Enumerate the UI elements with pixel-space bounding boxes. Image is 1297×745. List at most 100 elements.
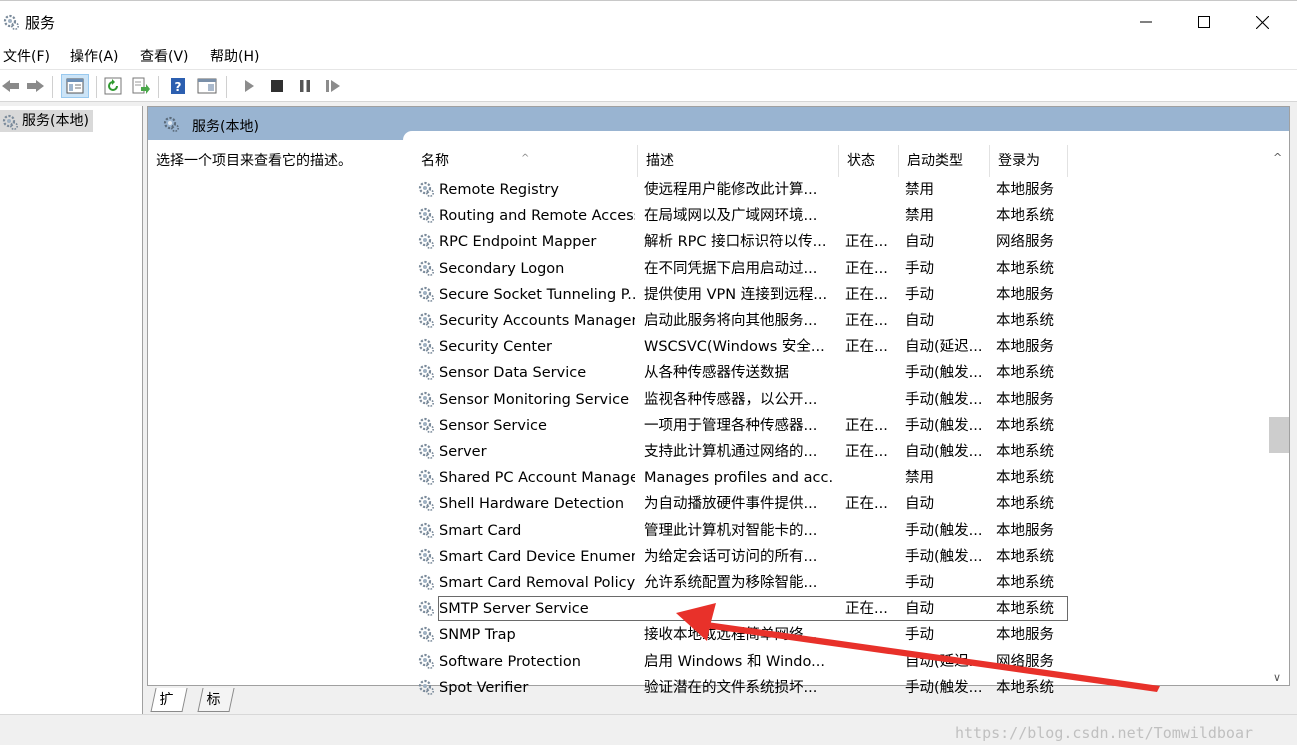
refresh-icon (104, 77, 122, 95)
service-description: 验证潜在的文件系统损坏... (644, 679, 818, 696)
column-header-name[interactable]: 名称 ^ (413, 145, 638, 177)
scroll-down-icon[interactable]: ∨ (1273, 671, 1281, 684)
table-row[interactable]: Software Protection 启用 Windows 和 Windo...… (413, 649, 1273, 675)
service-startup-type: 禁用 (905, 208, 934, 225)
table-row[interactable]: Server 支持此计算机通过网络的... 正在... 自动(触发... 本地系统 (413, 439, 1273, 465)
properties-view-button[interactable] (196, 76, 218, 96)
service-status (845, 675, 895, 701)
service-startup-type: 自动(触发... (905, 444, 983, 460)
menu-view[interactable]: 查看(V) (140, 46, 189, 66)
service-startup-type: 手动 (905, 627, 934, 644)
column-header-status[interactable]: 状态 (839, 145, 899, 177)
back-button[interactable] (0, 76, 22, 96)
service-status: 正在... (845, 286, 888, 303)
menu-action[interactable]: 操作(A) (70, 46, 119, 66)
tab-standard[interactable]: 标准 (197, 688, 235, 732)
menu-file[interactable]: 文件(F) (3, 46, 50, 66)
service-name: Software Protection (439, 653, 581, 670)
service-description: 为给定会话可访问的所有... (644, 548, 818, 565)
export-list-button[interactable] (130, 76, 152, 96)
service-description: 允许系统配置为移除智能... (644, 575, 818, 591)
menu-help[interactable]: 帮助(H) (210, 46, 259, 66)
service-log-on-as: 本地系统 (996, 365, 1054, 382)
close-button[interactable] (1233, 1, 1291, 43)
table-row[interactable]: Sensor Monitoring Service 监视各种传感器，以公开... 手… (413, 387, 1273, 413)
gear-icon (418, 417, 435, 433)
service-log-on-as: 本地系统 (996, 470, 1054, 487)
column-header-startup-type[interactable]: 启动类型 (899, 145, 990, 177)
service-description: 在不同凭据下启用启动过... (644, 260, 818, 277)
gear-icon (418, 522, 435, 538)
gear-icon (163, 116, 180, 133)
table-row[interactable]: Sensor Data Service 从各种传感器传送数据 手动(触发... 本地系… (413, 360, 1273, 386)
vertical-scrollbar[interactable]: ^ ∨ (1269, 145, 1289, 685)
table-row[interactable]: Secondary Logon 在不同凭据下启用启动过... 正在... 手动 本地系统 (413, 256, 1273, 282)
column-header-log-on-as[interactable]: 登录为 (990, 145, 1068, 177)
service-status: 正在... (845, 601, 888, 618)
minimize-icon (1140, 21, 1152, 23)
service-name: Routing and Remote Access (439, 208, 635, 225)
pause-service-button[interactable] (294, 76, 316, 96)
gear-icon (418, 653, 435, 669)
scrollbar-thumb[interactable] (1269, 417, 1289, 453)
service-description: 解析 RPC 接口标识符以传... (644, 234, 827, 251)
scroll-up-icon[interactable]: ^ (1273, 151, 1282, 164)
tab-extended[interactable]: 扩展 (150, 688, 188, 732)
service-name: Smart Card Device Enumer... (439, 548, 635, 565)
table-row[interactable]: Sensor Service 一项用于管理各种传感器... 正在... 手动(触发..… (413, 413, 1273, 439)
service-status (845, 622, 895, 648)
tree-item-services-local[interactable]: 服务(本地) (0, 110, 93, 132)
service-description: 在局域网以及广域网环境... (644, 208, 818, 225)
svg-text:?: ? (175, 80, 182, 94)
toolbar-separator (96, 76, 97, 98)
back-arrow-icon (2, 80, 19, 92)
start-service-button[interactable] (238, 76, 260, 96)
table-row[interactable]: Spot Verifier 验证潜在的文件系统损坏... 手动(触发... 本地系统 (413, 675, 1273, 701)
service-status: 正在... (845, 260, 888, 277)
maximize-button[interactable] (1175, 1, 1233, 43)
title-bar: 服务 (0, 0, 1297, 42)
gear-icon (418, 339, 435, 355)
table-row[interactable]: Smart Card 管理此计算机对智能卡的... 手动(触发... 本地服务 (413, 518, 1273, 544)
service-log-on-as: 本地系统 (996, 575, 1054, 591)
table-row[interactable]: SMTP Server Service 正在... 自动 本地系统 (413, 596, 1273, 622)
table-row[interactable]: Shell Hardware Detection 为自动播放硬件事件提供... 正在… (413, 491, 1273, 517)
resume-service-button[interactable] (322, 76, 344, 96)
table-row[interactable]: Routing and Remote Access 在局域网以及广域网环境... 禁… (413, 203, 1273, 229)
service-name: Server (439, 444, 487, 460)
column-header-description[interactable]: 描述 (638, 145, 839, 177)
help-button[interactable]: ? (167, 76, 189, 96)
table-row[interactable]: Security Center WSCSVC(Windows 安全... 正在...… (413, 334, 1273, 360)
sort-ascending-icon: ^ (521, 153, 530, 164)
menu-bar: 文件(F) 操作(A) 查看(V) 帮助(H) (0, 42, 1297, 70)
show-hide-console-tree-button[interactable] (61, 74, 89, 98)
service-name: Secure Socket Tunneling P... (439, 286, 635, 303)
service-status (845, 518, 895, 544)
service-name: SNMP Trap (439, 627, 516, 644)
table-row[interactable]: Smart Card Device Enumer... 为给定会话可访问的所有..… (413, 544, 1273, 570)
services-app-icon (3, 14, 20, 31)
service-description (644, 596, 834, 622)
service-startup-type: 自动 (905, 601, 934, 618)
table-row[interactable]: Secure Socket Tunneling P... 提供使用 VPN 连接到… (413, 282, 1273, 308)
forward-arrow-icon (27, 80, 44, 92)
table-row[interactable]: SNMP Trap 接收本地或远程简单网络... 手动 本地服务 (413, 622, 1273, 648)
console-tree: 服务(本地) (0, 106, 143, 715)
service-name: Shell Hardware Detection (439, 496, 625, 513)
table-row[interactable]: Security Accounts Manager 启动此服务将向其他服务... 正… (413, 308, 1273, 334)
maximize-icon (1198, 16, 1210, 28)
forward-button[interactable] (24, 76, 46, 96)
service-startup-type: 手动 (905, 286, 934, 303)
stop-service-icon (271, 80, 283, 92)
table-row[interactable]: Shared PC Account Manager Manages profile… (413, 465, 1273, 491)
stop-service-button[interactable] (266, 76, 288, 96)
export-list-icon (132, 77, 150, 94)
minimize-button[interactable] (1117, 1, 1175, 43)
refresh-button[interactable] (102, 76, 124, 96)
description-pane: 选择一个项目来查看它的描述。 (156, 153, 352, 169)
table-row[interactable]: RPC Endpoint Mapper 解析 RPC 接口标识符以传... 正在..… (413, 229, 1273, 255)
table-row[interactable]: Remote Registry 使远程用户能修改此计算... 禁用 本地服务 (413, 177, 1273, 203)
table-row[interactable]: Smart Card Removal Policy 允许系统配置为移除智能... 手… (413, 570, 1273, 596)
resume-service-icon (326, 80, 340, 92)
service-startup-type: 手动 (905, 260, 934, 277)
